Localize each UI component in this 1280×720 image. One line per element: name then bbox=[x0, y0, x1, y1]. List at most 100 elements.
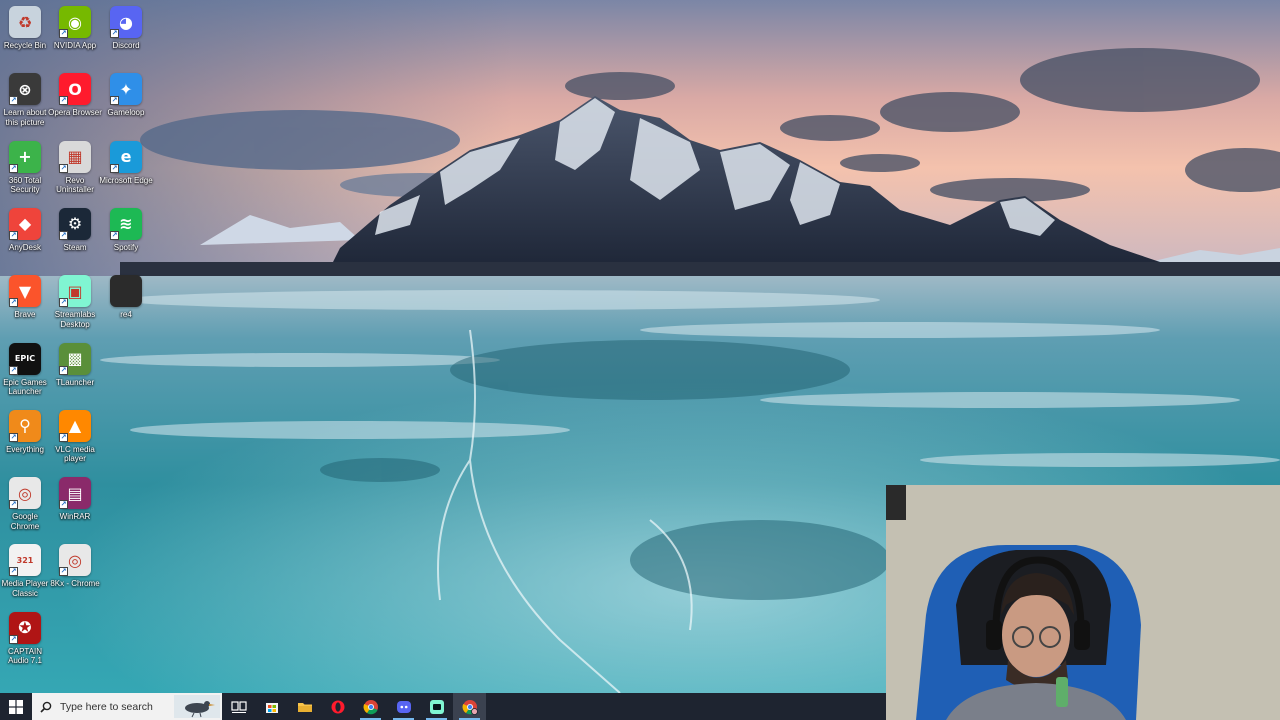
shortcut-arrow-icon: ↗ bbox=[59, 163, 68, 173]
desktop-icon-label: Opera Browser bbox=[48, 108, 102, 118]
taskbar-pinned-apps bbox=[222, 693, 486, 720]
desktop-icon-everything-search[interactable]: ⚲ ↗ Everything bbox=[0, 409, 50, 455]
file-explorer-button[interactable] bbox=[288, 693, 321, 720]
streamlabs-taskbar-button[interactable] bbox=[420, 693, 453, 720]
chrome-profile-icon bbox=[462, 699, 478, 715]
taskbar-search-box[interactable]: Type here to search bbox=[32, 693, 222, 720]
gameloop-icon: ✦ ↗ bbox=[110, 73, 142, 106]
desktop-icon-label: Steam bbox=[63, 242, 87, 252]
shortcut-arrow-icon: ↗ bbox=[110, 163, 119, 173]
desktop-icon-nvidia[interactable]: ◉ ↗ NVIDIA App bbox=[50, 6, 100, 51]
desktop-icon-re4-folder[interactable]: re4 bbox=[101, 275, 151, 320]
desktop-icon-grid: ♻ Recycle Bin ◉ ↗ NVIDIA App ◕ ↗ Discord ⊗ ↗ Learn… bbox=[0, 0, 160, 693]
desktop-icon-label: Google Chrome bbox=[10, 512, 40, 531]
everything-search-icon: ⚲ ↗ bbox=[9, 409, 41, 442]
discord-taskbar-button[interactable] bbox=[387, 693, 420, 720]
shortcut-arrow-icon: ↗ bbox=[59, 567, 68, 577]
learn-picture-icon: ⊗ ↗ bbox=[9, 73, 41, 106]
winrar-icon: ▤ ↗ bbox=[59, 477, 91, 510]
discord-icon bbox=[396, 700, 411, 713]
desktop-icon-label: Media Player Classic bbox=[1, 579, 49, 598]
task-view-button[interactable] bbox=[222, 693, 255, 720]
shortcut-arrow-icon: ↗ bbox=[9, 500, 18, 510]
desktop-icon-discord[interactable]: ◕ ↗ Discord bbox=[101, 6, 151, 51]
re4-folder-icon bbox=[110, 275, 142, 308]
chrome-profile-taskbar-button[interactable] bbox=[453, 693, 486, 720]
tlauncher-icon: ▩ ↗ bbox=[59, 342, 91, 375]
shortcut-arrow-icon: ↗ bbox=[9, 432, 18, 442]
chrome-icon: ◎ ↗ bbox=[9, 477, 41, 510]
desktop-icon-tlauncher[interactable]: ▩ ↗ TLauncher bbox=[50, 342, 100, 388]
desktop-icon-chrome-profile[interactable]: ◎ ↗ 8Kx - Chrome bbox=[50, 544, 100, 589]
search-placeholder: Type here to search bbox=[60, 700, 153, 713]
search-icon bbox=[40, 701, 52, 713]
opera-taskbar-button[interactable] bbox=[321, 693, 354, 720]
desktop-icon-label: VLC media player bbox=[55, 444, 95, 464]
desktop-icon-recycle-bin[interactable]: ♻ Recycle Bin bbox=[0, 6, 50, 51]
desktop-icon-opera[interactable]: O ↗ Opera Browser bbox=[48, 73, 102, 118]
desktop-icon-learn-picture[interactable]: ⊗ ↗ Learn about this picture bbox=[0, 73, 50, 127]
shortcut-arrow-icon: ↗ bbox=[59, 29, 68, 38]
desktop-icon-revo-uninstaller[interactable]: ▦ ↗ Revo Uninstaller bbox=[50, 140, 100, 195]
opera-icon: O ↗ bbox=[59, 73, 91, 106]
desktop-icon-chrome[interactable]: ◎ ↗ Google Chrome bbox=[0, 477, 50, 531]
desktop-icon-edge[interactable]: e ↗ Microsoft Edge bbox=[99, 140, 153, 186]
desktop-icon-label: Everything bbox=[6, 444, 44, 454]
recycle-bin-icon: ♻ bbox=[9, 6, 41, 38]
desktop-icon-label: NVIDIA App bbox=[53, 41, 97, 50]
desktop-icon-streamlabs[interactable]: ▣ ↗ Streamlabs Desktop bbox=[50, 275, 100, 329]
desktop-icon-label: Epic Games Launcher bbox=[3, 377, 47, 397]
desktop-icon-label: 360 Total Security bbox=[8, 175, 42, 195]
mpc-icon: 321 ↗ bbox=[9, 544, 41, 577]
task-view-icon bbox=[230, 700, 247, 713]
captain-audio-icon: ✪ ↗ bbox=[9, 611, 41, 644]
desktop-icon-spotify[interactable]: ≋ ↗ Spotify bbox=[101, 207, 151, 253]
shortcut-arrow-icon: ↗ bbox=[9, 634, 18, 644]
desktop-icon-label: Revo Uninstaller bbox=[56, 175, 94, 195]
webcam-person-image bbox=[886, 485, 1280, 720]
desktop-icon-mpc[interactable]: 321 ↗ Media Player Classic bbox=[0, 544, 50, 598]
shortcut-arrow-icon: ↗ bbox=[59, 500, 68, 510]
desktop-icon-anydesk[interactable]: ◆ ↗ AnyDesk bbox=[0, 207, 50, 253]
desktop-icon-label: re4 bbox=[120, 310, 132, 320]
desktop-icon-steam[interactable]: ⚙ ↗ Steam bbox=[50, 207, 100, 253]
streamlabs-icon bbox=[429, 699, 444, 714]
desktop-icon-label: 8Kx - Chrome bbox=[50, 579, 100, 589]
shortcut-arrow-icon: ↗ bbox=[9, 298, 18, 308]
revo-uninstaller-icon: ▦ ↗ bbox=[59, 140, 91, 173]
desktop-icon-label: AnyDesk bbox=[8, 242, 41, 252]
desktop-icon-captain-audio[interactable]: ✪ ↗ CAPTAIN Audio 7.1 bbox=[0, 611, 50, 666]
desktop-icon-epic-games[interactable]: EPIC ↗ Epic Games Launcher bbox=[0, 342, 50, 397]
shortcut-arrow-icon: ↗ bbox=[59, 96, 68, 106]
desktop-icon-label: Learn about this picture bbox=[3, 108, 47, 127]
desktop-icon-label: Recycle Bin bbox=[3, 41, 47, 50]
desktop-icon-vlc[interactable]: ▲ ↗ VLC media player bbox=[50, 409, 100, 464]
store-icon bbox=[265, 702, 278, 713]
desktop-icon-label: TLauncher bbox=[55, 377, 95, 387]
shortcut-arrow-icon: ↗ bbox=[110, 96, 119, 106]
webcam-overlay bbox=[886, 485, 1280, 720]
shortcut-arrow-icon: ↗ bbox=[110, 230, 119, 240]
chrome-profile-icon: ◎ ↗ bbox=[59, 544, 91, 577]
chrome-taskbar-button[interactable] bbox=[354, 693, 387, 720]
desktop-icon-label: Gameloop bbox=[107, 108, 145, 118]
windows-logo-icon bbox=[9, 699, 23, 714]
desktop-icon-brave[interactable]: ▼ ↗ Brave bbox=[0, 275, 50, 320]
desktop-icon-gameloop[interactable]: ✦ ↗ Gameloop bbox=[101, 73, 151, 118]
desktop-icon-label: Microsoft Edge bbox=[99, 175, 153, 185]
discord-icon: ◕ ↗ bbox=[110, 6, 142, 38]
desktop-icon-label: Discord bbox=[112, 41, 140, 50]
edge-icon: e ↗ bbox=[110, 140, 142, 173]
steam-icon: ⚙ ↗ bbox=[59, 207, 91, 240]
store-button[interactable] bbox=[255, 693, 288, 720]
shortcut-arrow-icon: ↗ bbox=[9, 230, 18, 240]
desktop-icon-label: Streamlabs Desktop bbox=[54, 310, 96, 329]
spotify-icon: ≋ ↗ bbox=[110, 207, 142, 240]
shortcut-arrow-icon: ↗ bbox=[110, 29, 119, 38]
start-button[interactable] bbox=[0, 693, 32, 720]
shortcut-arrow-icon: ↗ bbox=[9, 163, 18, 173]
desktop-icon-winrar[interactable]: ▤ ↗ WinRAR bbox=[50, 477, 100, 522]
desktop-icon-label: CAPTAIN Audio 7.1 bbox=[7, 646, 43, 666]
desktop-icon-label: Brave bbox=[14, 310, 36, 320]
desktop-icon-360-security[interactable]: + ↗ 360 Total Security bbox=[0, 140, 50, 195]
